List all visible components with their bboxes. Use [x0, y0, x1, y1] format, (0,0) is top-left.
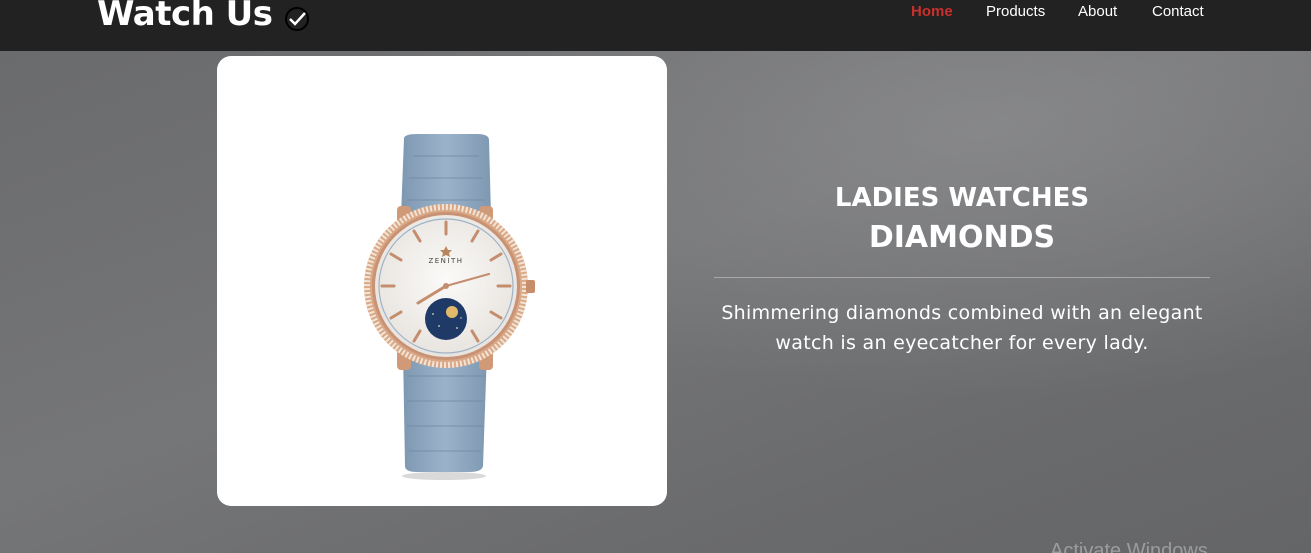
product-image-card[interactable]: ZENITH — [217, 56, 667, 506]
navbar: Watch Us Home Products About Contact — [0, 0, 1311, 51]
product-text: LADIES WATCHES DIAMONDS Shimmering diamo… — [714, 180, 1210, 358]
product-description: Shimmering diamonds combined with an ele… — [721, 302, 1203, 354]
product-category: LADIES WATCHES — [834, 183, 1090, 213]
nav-link-contact[interactable]: Contact — [1152, 3, 1204, 20]
activate-windows-watermark: Activate Windows — [1050, 540, 1208, 553]
nav-link-products[interactable]: Products — [986, 3, 1045, 20]
dial-brand-text: ZENITH — [428, 257, 463, 265]
watch-image: ZENITH — [364, 134, 535, 480]
product-title: DIAMONDS — [868, 220, 1056, 255]
divider — [714, 277, 1210, 278]
nav-link-home[interactable]: Home — [911, 3, 953, 20]
nav-links: Home Products About Contact — [0, 3, 1311, 23]
nav-link-about[interactable]: About — [1078, 3, 1117, 20]
